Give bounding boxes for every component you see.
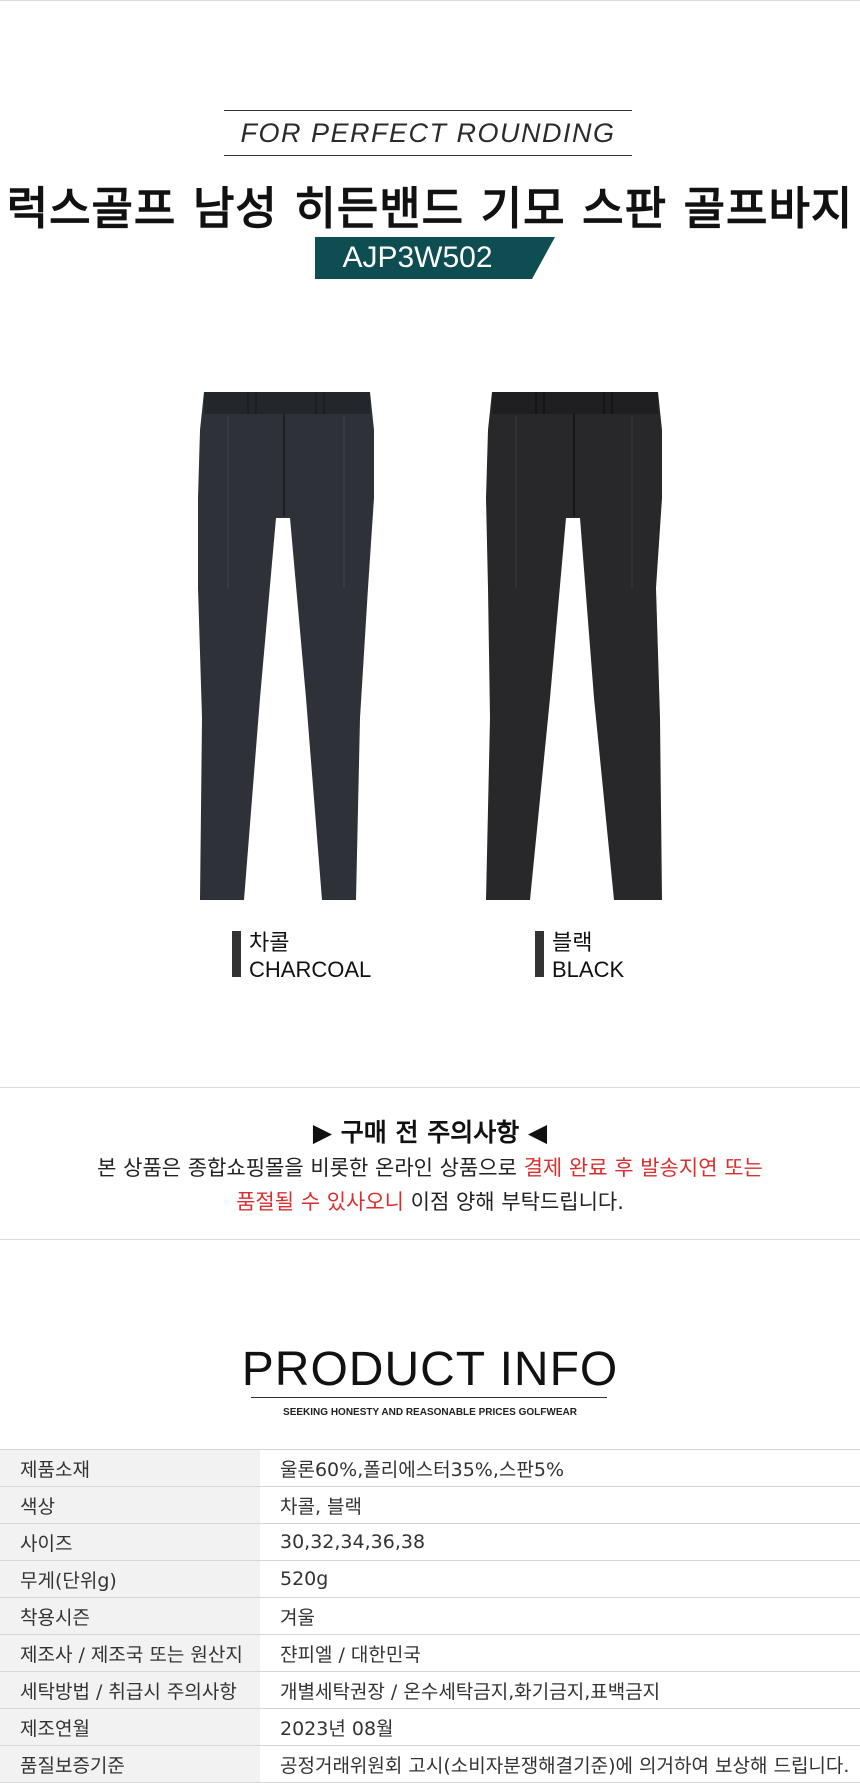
- pants-charcoal-image: [198, 392, 374, 900]
- tagline-frame: FOR PERFECT ROUNDING: [224, 110, 632, 156]
- table-row: 품질보증기준 공정거래위원회 고시(소비자분쟁해결기준)에 의거하여 보상해 드립…: [0, 1745, 860, 1783]
- table-row: 제조연월 2023년 08월: [0, 1708, 860, 1746]
- table-row: 착용시즌 겨울: [0, 1597, 860, 1635]
- spec-value: 겨울: [260, 1597, 860, 1635]
- spec-value: 개별세탁권장 / 온수세탁금지,화기금지,표백금지: [260, 1671, 860, 1709]
- table-row: 무게(단위g) 520g: [0, 1560, 860, 1598]
- product-info-title: PRODUCT INFO: [241, 1343, 619, 1396]
- product-code-badge: AJP3W502: [315, 237, 555, 279]
- product-title: 럭스골프 남성 히든밴드 기모 스판 골프바지: [6, 182, 854, 235]
- table-row: 제품소재 울론60%,폴리에스터35%,스판5%: [0, 1449, 860, 1487]
- notice-text: 본 상품은 종합쇼핑몰을 비롯한 온라인 상품으로: [97, 1156, 524, 1180]
- product-info-subtitle: SEEKING HONESTY AND REASONABLE PRICES GO…: [283, 1407, 577, 1418]
- table-row: 사이즈 30,32,34,36,38: [0, 1523, 860, 1561]
- notice-title: ▶ 구매 전 주의사항 ◀: [312, 1118, 548, 1147]
- color-name-ko: 차콜: [249, 930, 290, 955]
- color-label-black: 블랙 BLACK: [535, 929, 624, 983]
- color-name-en: CHARCOAL: [249, 957, 372, 982]
- table-row: 세탁방법 / 취급시 주의사항 개별세탁권장 / 온수세탁금지,화기금지,표백금지: [0, 1671, 860, 1709]
- notice-text: 이점 양해 부탁드립니다.: [404, 1190, 624, 1214]
- notice-divider-bottom: [0, 1239, 860, 1240]
- table-row: 제조사 / 제조국 또는 원산지 쟌피엘 / 대한민국: [0, 1634, 860, 1672]
- color-name-ko: 블랙: [552, 930, 593, 955]
- product-info-rule: [251, 1397, 607, 1398]
- tagline: FOR PERFECT ROUNDING: [240, 117, 616, 148]
- spec-value: 차콜, 블랙: [260, 1486, 860, 1524]
- notice-body: 본 상품은 종합쇼핑몰을 비롯한 온라인 상품으로 결제 완료 후 발송지연 또…: [0, 1151, 860, 1219]
- spec-value: 쟌피엘 / 대한민국: [260, 1634, 860, 1672]
- product-code: AJP3W502: [342, 241, 493, 274]
- color-bar: [535, 931, 544, 977]
- spec-label: 색상: [0, 1486, 260, 1524]
- spec-label: 제조연월: [0, 1708, 260, 1746]
- spec-label: 품질보증기준: [0, 1745, 260, 1783]
- spec-value: 울론60%,폴리에스터35%,스판5%: [260, 1449, 860, 1487]
- spec-value: 30,32,34,36,38: [260, 1523, 860, 1561]
- spec-label: 무게(단위g): [0, 1560, 260, 1598]
- notice-warning-text: 품절될 수 있사오니: [236, 1190, 404, 1214]
- color-bar: [232, 931, 241, 977]
- spec-value: 2023년 08월: [260, 1708, 860, 1746]
- color-name-en: BLACK: [552, 957, 625, 982]
- color-label-charcoal: 차콜 CHARCOAL: [232, 929, 371, 983]
- spec-label: 제조사 / 제조국 또는 원산지: [0, 1634, 260, 1672]
- spec-value: 공정거래위원회 고시(소비자분쟁해결기준)에 의거하여 보상해 드립니다.: [260, 1745, 860, 1783]
- spec-label: 제품소재: [0, 1449, 260, 1487]
- spec-value: 520g: [260, 1560, 860, 1598]
- table-row: 색상 차콜, 블랙: [0, 1486, 860, 1524]
- product-info-table: 제품소재 울론60%,폴리에스터35%,스판5% 색상 차콜, 블랙 사이즈 30,3…: [0, 1449, 860, 1783]
- spec-label: 사이즈: [0, 1523, 260, 1561]
- notice-warning-text: 결제 완료 후 발송지연 또는: [523, 1156, 763, 1180]
- notice-divider-top: [0, 1087, 860, 1088]
- top-divider: [0, 0, 860, 1]
- pants-black-image: [486, 392, 662, 900]
- spec-label: 세탁방법 / 취급시 주의사항: [0, 1671, 260, 1709]
- spec-label: 착용시즌: [0, 1597, 260, 1635]
